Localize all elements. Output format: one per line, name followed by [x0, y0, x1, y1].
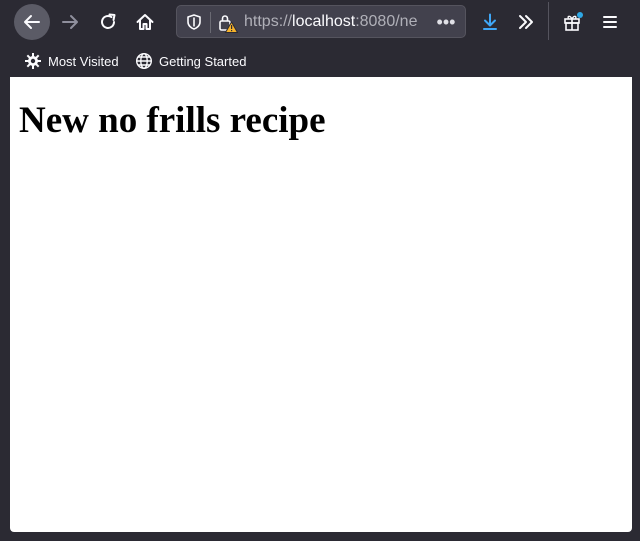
forward-button[interactable] — [52, 4, 88, 40]
home-icon — [136, 14, 154, 30]
insecure-lock-warning-icon[interactable] — [217, 12, 239, 34]
page-actions-button[interactable]: ••• — [433, 11, 459, 33]
page-content: New no frills recipe — [10, 77, 632, 532]
bookmark-most-visited[interactable]: Most Visited — [24, 50, 119, 72]
url-scheme: https:// — [244, 13, 293, 30]
reload-button[interactable] — [90, 4, 126, 40]
home-button[interactable] — [127, 4, 163, 40]
toolbar-divider — [548, 2, 549, 40]
bookmark-label: Getting Started — [159, 53, 247, 69]
browser-window: https://localhost:8080/ne ••• Most Visit… — [0, 0, 640, 541]
bookmark-getting-started[interactable]: Getting Started — [135, 50, 246, 72]
double-chevron-icon — [519, 15, 533, 29]
shield-icon[interactable] — [185, 13, 203, 31]
back-arrow-icon — [24, 15, 40, 29]
forward-arrow-icon — [62, 15, 78, 29]
url-text[interactable]: https://localhost:8080/ne — [244, 12, 424, 32]
address-bar[interactable]: https://localhost:8080/ne ••• — [176, 5, 466, 38]
url-path: :8080/ne — [355, 13, 418, 30]
download-icon — [483, 13, 497, 30]
application-menu-button[interactable] — [592, 4, 628, 40]
bookmarks-toolbar: Most Visited Getting Started — [0, 46, 640, 76]
page-heading: New no frills recipe — [19, 100, 326, 141]
navigation-toolbar: https://localhost:8080/ne ••• — [0, 0, 640, 44]
downloads-button[interactable] — [472, 4, 508, 40]
gear-icon — [24, 52, 42, 70]
url-host: localhost — [292, 13, 356, 30]
bookmark-label: Most Visited — [48, 53, 119, 69]
more-dots-icon: ••• — [436, 11, 456, 32]
back-button[interactable] — [14, 4, 50, 40]
hamburger-menu-icon — [603, 16, 617, 28]
whats-new-button[interactable] — [555, 4, 591, 40]
reload-icon — [101, 13, 116, 29]
globe-icon — [135, 52, 153, 70]
urlbar-separator — [210, 12, 211, 33]
gift-icon — [564, 12, 583, 31]
overflow-menu-button[interactable] — [508, 4, 544, 40]
